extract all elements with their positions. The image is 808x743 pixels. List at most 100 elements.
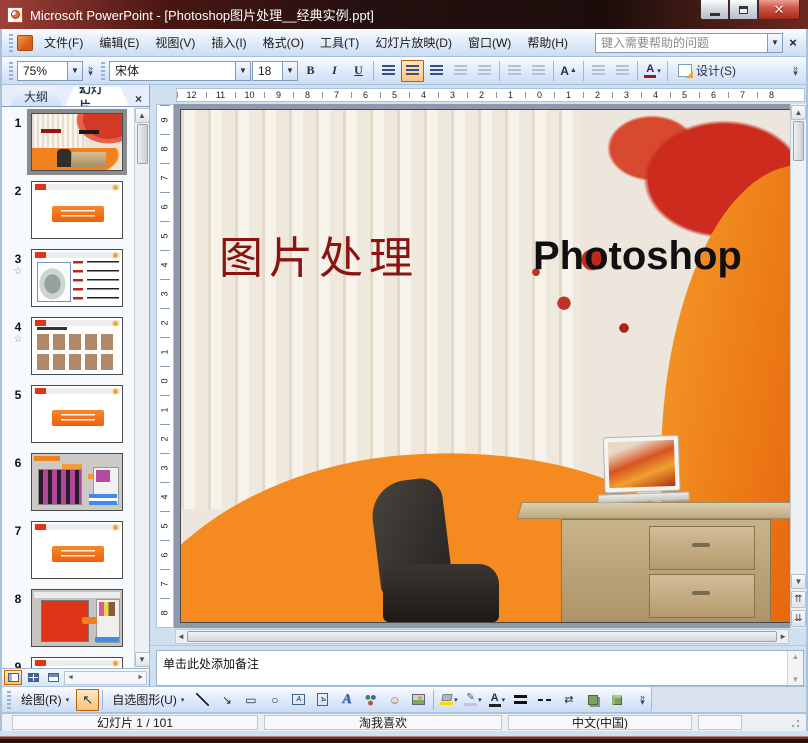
chevron-down-icon[interactable]: ▾ bbox=[502, 696, 506, 704]
line-style-button[interactable] bbox=[509, 689, 532, 711]
design-theme-name[interactable]: 淘我喜欢 bbox=[264, 715, 502, 730]
dash-style-button[interactable] bbox=[533, 689, 556, 711]
slide-thumbnail[interactable] bbox=[31, 521, 123, 579]
font-color-button-draw[interactable]: A ▾ bbox=[485, 689, 508, 711]
align-right-button[interactable] bbox=[425, 60, 448, 82]
toolbar-grip[interactable] bbox=[9, 61, 13, 80]
diagram-button[interactable] bbox=[359, 689, 382, 711]
shadow-style-button[interactable] bbox=[581, 689, 604, 711]
decrease-indent-button[interactable] bbox=[587, 60, 610, 82]
text-box-button[interactable]: A bbox=[287, 689, 310, 711]
horizontal-scrollbar[interactable]: ◄ ► bbox=[175, 629, 789, 644]
toolbar-grip[interactable] bbox=[101, 61, 105, 80]
slideshow-view-button[interactable] bbox=[44, 670, 62, 685]
wordart-button[interactable]: A bbox=[335, 689, 358, 711]
scroll-right-icon[interactable]: ► bbox=[779, 632, 787, 641]
oval-tool-button[interactable]: ○ bbox=[263, 689, 286, 711]
increase-indent-button[interactable] bbox=[611, 60, 634, 82]
scroll-left-icon[interactable]: ◄ bbox=[67, 674, 74, 681]
menu-item-3[interactable]: 视图(V) bbox=[147, 30, 203, 55]
slide-sorter-view-button[interactable] bbox=[24, 670, 42, 685]
minimize-button[interactable] bbox=[700, 0, 729, 20]
tab-slides[interactable]: 幻灯片 bbox=[65, 87, 129, 106]
line-color-button[interactable]: ✎ ▾ bbox=[461, 689, 484, 711]
menu-item-5[interactable]: 格式(O) bbox=[255, 30, 312, 55]
next-slide-button[interactable]: ⇊ bbox=[791, 610, 806, 627]
underline-button[interactable]: U bbox=[347, 60, 370, 82]
close-button[interactable]: ✕ bbox=[758, 0, 800, 20]
menu-item-9[interactable]: 帮助(H) bbox=[519, 30, 576, 55]
increase-font-size-button[interactable]: A ▲ bbox=[557, 60, 580, 82]
slide-thumbnail[interactable] bbox=[31, 385, 123, 443]
notes-placeholder[interactable]: 单击此处添加备注 bbox=[157, 651, 787, 685]
slide-title-chinese[interactable]: 图片处理 bbox=[219, 222, 419, 286]
slide-thumbnail[interactable] bbox=[31, 657, 123, 668]
document-close-icon[interactable]: × bbox=[784, 35, 802, 50]
bullets-button[interactable] bbox=[527, 60, 550, 82]
design-button[interactable]: 设计(S) bbox=[671, 60, 743, 82]
pane-horizontal-scrollbar[interactable]: ◄ ► bbox=[64, 670, 147, 685]
restore-button[interactable] bbox=[729, 0, 758, 20]
language-indicator[interactable]: 中文(中国) bbox=[508, 715, 692, 730]
line-tool-button[interactable] bbox=[191, 689, 214, 711]
thumbnails-scrollbar[interactable]: ▲ ▼ bbox=[134, 107, 150, 668]
scrollbar-thumb[interactable] bbox=[136, 124, 148, 164]
slide-canvas[interactable]: 图片处理 Photoshop bbox=[174, 104, 790, 628]
resize-grip-icon[interactable] bbox=[790, 717, 800, 728]
select-objects-button[interactable]: ↖ bbox=[76, 688, 100, 711]
chevron-down-icon[interactable]: ▾ bbox=[478, 696, 482, 704]
toolbar-overflow-icon[interactable]: » ▾ bbox=[636, 687, 649, 713]
italic-button[interactable]: I bbox=[323, 60, 346, 82]
clip-art-button[interactable]: ☺ bbox=[383, 689, 406, 711]
slide-thumbnail[interactable] bbox=[31, 249, 123, 307]
presentation-doc-icon[interactable] bbox=[17, 34, 33, 51]
zoom-combo[interactable]: 75% ▼ bbox=[17, 60, 83, 81]
scrollbar-thumb[interactable] bbox=[186, 631, 778, 642]
align-left-button[interactable] bbox=[377, 60, 400, 82]
distribute-text-button[interactable] bbox=[449, 60, 472, 82]
scroll-down-icon[interactable]: ▼ bbox=[134, 652, 150, 667]
chevron-down-icon[interactable]: ▼ bbox=[767, 33, 782, 52]
font-color-button[interactable]: A ▾ bbox=[641, 60, 664, 82]
menu-item-8[interactable]: 窗口(W) bbox=[460, 30, 519, 55]
menu-item-4[interactable]: 插入(I) bbox=[203, 30, 254, 55]
insert-picture-button[interactable] bbox=[407, 689, 430, 711]
pane-close-icon[interactable]: × bbox=[132, 92, 145, 106]
tab-outline[interactable]: 大纲 bbox=[10, 87, 62, 106]
notes-pane[interactable]: 单击此处添加备注 ▲ ▼ bbox=[156, 650, 804, 686]
change-text-direction-button[interactable] bbox=[473, 60, 496, 82]
slide-editing-surface[interactable]: 图片处理 Photoshop bbox=[180, 109, 790, 623]
arrow-tool-button[interactable]: ↘ bbox=[215, 689, 238, 711]
scrollbar-thumb[interactable] bbox=[793, 121, 804, 161]
draw-menu-button[interactable]: 绘图(R) ▾ bbox=[15, 688, 75, 711]
autoshapes-menu-button[interactable]: 自选图形(U) ▾ bbox=[106, 688, 190, 711]
slide-thumbnail[interactable] bbox=[31, 181, 123, 239]
slide-thumbnail[interactable] bbox=[31, 453, 123, 511]
slide-thumbnail[interactable] bbox=[31, 589, 123, 647]
toolbar-overflow-icon[interactable]: » ▾ bbox=[84, 58, 97, 84]
menu-item-2[interactable]: 编辑(E) bbox=[91, 30, 147, 55]
numbering-button[interactable] bbox=[503, 60, 526, 82]
scroll-left-icon[interactable]: ◄ bbox=[177, 632, 185, 641]
arrow-style-button[interactable]: ⇄ bbox=[557, 689, 580, 711]
toolbar-grip[interactable] bbox=[7, 690, 11, 709]
chevron-down-icon[interactable]: ▼ bbox=[67, 61, 82, 80]
menu-item-7[interactable]: 幻灯片放映(D) bbox=[367, 30, 460, 55]
vertical-scrollbar[interactable]: ▲ ▼ ⇈ ⇊ bbox=[790, 104, 806, 628]
scroll-up-icon[interactable]: ▲ bbox=[792, 652, 800, 661]
bold-button[interactable]: B bbox=[299, 60, 322, 82]
menu-item-6[interactable]: 工具(T) bbox=[312, 30, 367, 55]
scroll-down-icon[interactable]: ▼ bbox=[791, 574, 806, 589]
fill-color-button[interactable]: ▾ bbox=[437, 689, 460, 711]
notes-scrollbar[interactable]: ▲ ▼ bbox=[787, 651, 803, 685]
powerpoint-app-icon[interactable] bbox=[7, 6, 23, 23]
rectangle-tool-button[interactable]: ▭ bbox=[239, 689, 262, 711]
slide-thumbnail[interactable] bbox=[27, 109, 127, 175]
menu-item-1[interactable]: 文件(F) bbox=[36, 30, 91, 55]
font-name-combo[interactable]: 宋体 ▼ bbox=[109, 60, 251, 81]
chevron-down-icon[interactable]: ▼ bbox=[235, 61, 250, 80]
scroll-down-icon[interactable]: ▼ bbox=[792, 675, 800, 684]
previous-slide-button[interactable]: ⇈ bbox=[791, 591, 806, 608]
3d-style-button[interactable] bbox=[605, 689, 628, 711]
chevron-down-icon[interactable]: ▼ bbox=[282, 61, 297, 80]
